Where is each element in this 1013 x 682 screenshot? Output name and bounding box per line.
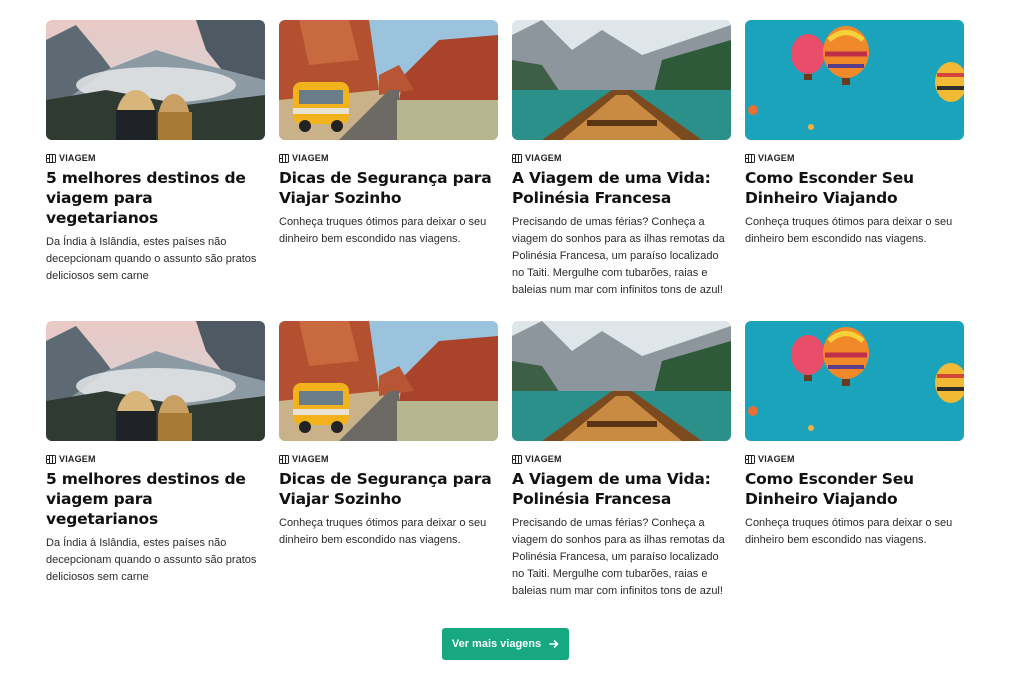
article-category: VIAGEM xyxy=(745,453,964,465)
arrow-right-icon xyxy=(549,639,559,649)
article-card[interactable]: VIAGEM Como Esconder Seu Dinheiro Viajan… xyxy=(745,20,964,321)
article-description: Conheça truques ótimos para deixar o seu… xyxy=(745,517,953,546)
article-category: VIAGEM xyxy=(279,453,498,465)
see-more-label: Ver mais viagens xyxy=(451,638,542,650)
article-title[interactable]: Como Esconder Seu Dinheiro Viajando xyxy=(745,168,964,208)
article-title[interactable]: Dicas de Segurança para Viajar Sozinho xyxy=(279,168,498,208)
article-title[interactable]: A Viagem de uma Vida: Polinésia Francesa xyxy=(512,168,731,208)
category-label: VIAGEM xyxy=(525,153,562,163)
article-category: VIAGEM xyxy=(745,152,964,164)
category-label: VIAGEM xyxy=(292,153,329,163)
map-icon xyxy=(279,454,289,464)
article-category: VIAGEM xyxy=(46,152,265,164)
article-image[interactable] xyxy=(279,20,498,140)
see-more-trips-button[interactable]: Ver mais viagens xyxy=(442,628,569,660)
article-card[interactable]: VIAGEM 5 melhores destinos de viagem par… xyxy=(46,20,265,321)
article-description: Conheça truques ótimos para deixar o seu… xyxy=(279,216,487,245)
map-icon xyxy=(46,153,56,163)
article-description: Da Índia à Islândia, estes países não de… xyxy=(46,537,257,583)
article-grid: VIAGEM 5 melhores destinos de viagem par… xyxy=(46,20,964,622)
article-description: Conheça truques ótimos para deixar o seu… xyxy=(745,216,953,245)
article-category: VIAGEM xyxy=(46,453,265,465)
article-description: Da Índia à Islândia, estes países não de… xyxy=(46,236,257,282)
article-description: Precisando de umas férias? Conheça a via… xyxy=(512,216,725,296)
map-icon xyxy=(745,454,755,464)
article-title[interactable]: A Viagem de uma Vida: Polinésia Francesa xyxy=(512,469,731,509)
map-icon xyxy=(46,454,56,464)
article-image[interactable] xyxy=(46,20,265,140)
category-label: VIAGEM xyxy=(59,454,96,464)
article-card[interactable]: VIAGEM A Viagem de uma Vida: Polinésia F… xyxy=(512,20,731,321)
article-image[interactable] xyxy=(745,321,964,441)
category-label: VIAGEM xyxy=(59,153,96,163)
article-card[interactable]: VIAGEM Como Esconder Seu Dinheiro Viajan… xyxy=(745,321,964,622)
article-image[interactable] xyxy=(512,321,731,441)
article-category: VIAGEM xyxy=(512,152,731,164)
article-category: VIAGEM xyxy=(279,152,498,164)
category-label: VIAGEM xyxy=(292,454,329,464)
article-image[interactable] xyxy=(512,20,731,140)
article-card[interactable]: VIAGEM 5 melhores destinos de viagem par… xyxy=(46,321,265,622)
article-title[interactable]: Como Esconder Seu Dinheiro Viajando xyxy=(745,469,964,509)
category-label: VIAGEM xyxy=(758,153,795,163)
article-image[interactable] xyxy=(279,321,498,441)
article-description: Conheça truques ótimos para deixar o seu… xyxy=(279,517,487,546)
map-icon xyxy=(512,454,522,464)
category-label: VIAGEM xyxy=(525,454,562,464)
article-title[interactable]: 5 melhores destinos de viagem para veget… xyxy=(46,168,265,228)
map-icon xyxy=(279,153,289,163)
article-title[interactable]: 5 melhores destinos de viagem para veget… xyxy=(46,469,265,529)
map-icon xyxy=(745,153,755,163)
map-icon xyxy=(512,153,522,163)
article-category: VIAGEM xyxy=(512,453,731,465)
article-card[interactable]: VIAGEM Dicas de Segurança para Viajar So… xyxy=(279,20,498,321)
article-image[interactable] xyxy=(745,20,964,140)
article-image[interactable] xyxy=(46,321,265,441)
article-description: Precisando de umas férias? Conheça a via… xyxy=(512,517,725,597)
article-card[interactable]: VIAGEM A Viagem de uma Vida: Polinésia F… xyxy=(512,321,731,622)
article-card[interactable]: VIAGEM Dicas de Segurança para Viajar So… xyxy=(279,321,498,622)
article-title[interactable]: Dicas de Segurança para Viajar Sozinho xyxy=(279,469,498,509)
category-label: VIAGEM xyxy=(758,454,795,464)
